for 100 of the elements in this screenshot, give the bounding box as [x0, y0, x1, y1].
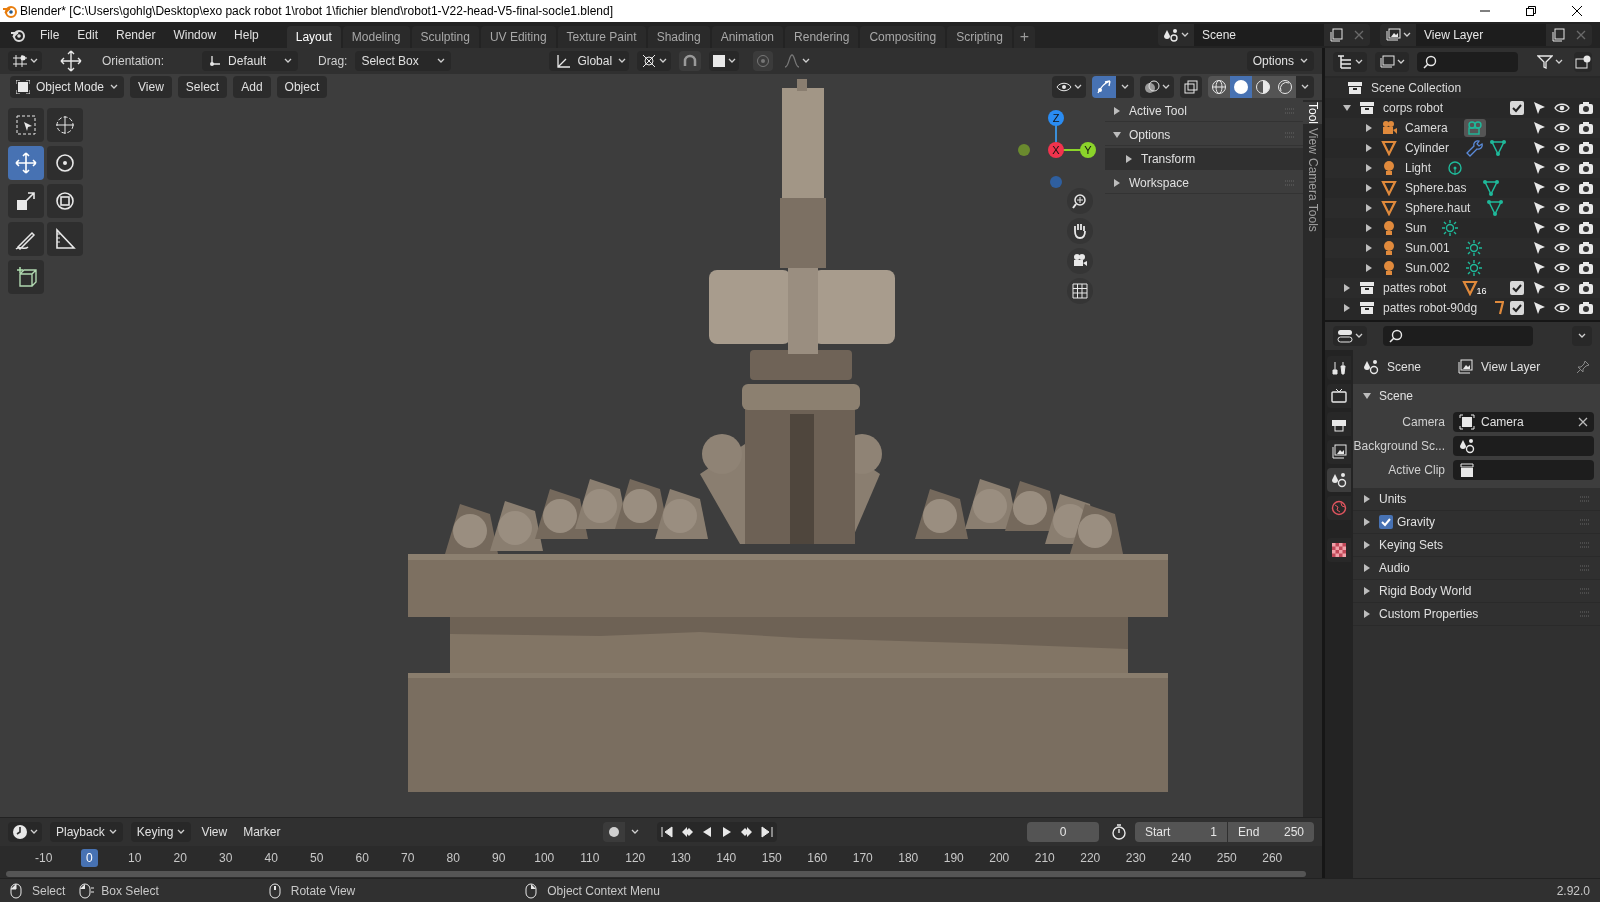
panel-header[interactable]: Scene [1353, 384, 1600, 408]
header-menu[interactable]: Add [233, 76, 271, 98]
panel-header[interactable]: Gravity [1353, 511, 1600, 534]
start-frame-field[interactable]: Start 1 [1135, 822, 1227, 842]
outliner-item-label: Sun.002 [1405, 260, 1450, 277]
field-label: Active Clip [1387, 462, 1445, 479]
status-hint: Object Context Menu [547, 882, 660, 900]
orientation-dropdown[interactable]: Default [202, 51, 299, 71]
add-workspace-button[interactable]: + [1013, 26, 1036, 48]
frame-number: 70 [400, 850, 416, 867]
panel-header[interactable]: Units [1353, 488, 1600, 511]
breadcrumb-item[interactable]: View Layer [1481, 358, 1541, 376]
menu-item[interactable]: Window [165, 24, 225, 46]
version-label: 2.92.0 [1556, 882, 1590, 900]
status-hint: Box Select [101, 882, 159, 900]
scene-collection-label[interactable]: Scene Collection [1371, 79, 1462, 97]
options-dropdown[interactable]: Options [1246, 51, 1314, 71]
frame-number: 240 [1170, 850, 1193, 867]
drag-dropdown[interactable]: Select Box [355, 51, 452, 71]
header-menu[interactable]: View [130, 76, 172, 98]
frame-number: 130 [669, 850, 692, 867]
frame-number: 30 [218, 850, 234, 867]
workspace-tab[interactable]: Scripting [947, 26, 1012, 48]
workspace-tab[interactable]: Shading [647, 26, 710, 48]
panel-header[interactable]: Keying Sets [1353, 534, 1600, 557]
outliner-item-label: Sun.001 [1405, 240, 1450, 257]
timeline-menu[interactable]: View [195, 822, 234, 842]
menu-item[interactable]: Edit [69, 24, 107, 46]
outliner-item-label: pattes robot-90dg [1383, 300, 1478, 317]
frame-number: 220 [1079, 850, 1102, 867]
workspace-tab[interactable]: Layout [286, 26, 341, 48]
outliner-item-label: Cylinder [1405, 140, 1449, 157]
workspace-tab[interactable]: Animation [711, 26, 784, 48]
frame-number: 160 [806, 850, 829, 867]
frame-number: 120 [624, 850, 647, 867]
frame-number: 60 [354, 850, 370, 867]
frame-number: 180 [897, 850, 920, 867]
panel-header[interactable]: Rigid Body World [1353, 580, 1600, 603]
current-frame-marker[interactable]: 0 [80, 849, 98, 867]
outliner-item-label: Sun [1405, 220, 1427, 237]
outliner-item-label: corps robot [1383, 100, 1444, 117]
axis-label: Y [1084, 144, 1092, 156]
menu-item[interactable]: File [32, 24, 68, 46]
frame-number: 190 [942, 850, 965, 867]
transform-orientation-dropdown[interactable]: Global [549, 51, 630, 71]
header-menu[interactable]: Object [276, 76, 328, 98]
workspace-tab[interactable]: Sculpting [411, 26, 479, 48]
menu-item[interactable]: Help [226, 24, 267, 46]
frame-number: 260 [1261, 850, 1284, 867]
frame-number: 20 [172, 850, 188, 867]
frame-number: 80 [445, 850, 461, 867]
panel-header[interactable]: Audio [1353, 557, 1600, 580]
frame-number: 170 [851, 850, 874, 867]
sidebar-tab[interactable]: Tool [1303, 102, 1322, 124]
field-label: Background Sc... [1353, 438, 1445, 455]
object-mode-dropdown[interactable]: Object Mode [10, 76, 125, 98]
workspace-tab[interactable]: UV Editing [480, 26, 556, 48]
frame-number: 230 [1124, 850, 1147, 867]
frame-number: 150 [760, 850, 783, 867]
frame-number: 90 [491, 850, 507, 867]
timeline-dropdown[interactable]: Playback [50, 822, 123, 842]
frame-number: 210 [1033, 850, 1056, 867]
timeline-dropdown[interactable]: Keying [130, 822, 192, 842]
workspace-tab[interactable]: Rendering [785, 26, 859, 48]
scene-name-field[interactable]: Scene [1194, 24, 1324, 46]
frame-number: 100 [533, 850, 556, 867]
orientation-label: Orientation: [102, 53, 165, 70]
workspace-tab[interactable]: Compositing [860, 26, 946, 48]
outliner-item-label: Light [1405, 160, 1432, 177]
header-menu[interactable]: Select [177, 76, 228, 98]
breadcrumb-item[interactable]: Scene [1387, 358, 1422, 376]
outliner-item-label: Camera [1405, 120, 1448, 137]
outliner-item-label: Sphere.haut [1405, 200, 1471, 217]
workspace-tab[interactable]: Modeling [342, 26, 410, 48]
object-count-label: 16 [1476, 285, 1487, 299]
outliner-item-label: Sphere.bas [1405, 180, 1467, 197]
frame-number: 110 [579, 850, 601, 867]
panel-header[interactable]: Custom Properties [1353, 603, 1600, 626]
subpanel-header[interactable]: Transform [1105, 148, 1303, 170]
view-layer-name-field[interactable]: View Layer [1416, 24, 1546, 46]
outliner-item-label: pattes robot [1383, 280, 1447, 297]
frame-number: -10 [34, 850, 54, 867]
field-label: Camera [1401, 414, 1445, 431]
camera-field[interactable]: Camera [1453, 412, 1594, 432]
frame-number: 200 [988, 850, 1011, 867]
end-frame-field[interactable]: End 250 [1228, 822, 1314, 842]
status-hint: Select [32, 882, 66, 900]
frame-number: 250 [1215, 850, 1238, 867]
drag-label: Drag: [318, 53, 348, 70]
axis-label: Z [1052, 112, 1060, 124]
frame-number: 40 [263, 850, 279, 867]
timeline-menu[interactable]: Marker [237, 822, 287, 842]
current-frame-field[interactable]: 0 [1027, 822, 1099, 842]
frame-number: 50 [309, 850, 325, 867]
frame-number: 10 [127, 850, 143, 867]
status-hint: Rotate View [290, 882, 356, 900]
workspace-tab[interactable]: Texture Paint [557, 26, 646, 48]
axis-label: X [1052, 144, 1060, 156]
window-title: Blender* [C:\Users\gohlg\Desktop\exo pack robot 1\robot 1\fichier blend\robot1-V22-head-V5-final-socle1.blend] [20, 3, 613, 20]
menu-item[interactable]: Render [108, 24, 164, 46]
